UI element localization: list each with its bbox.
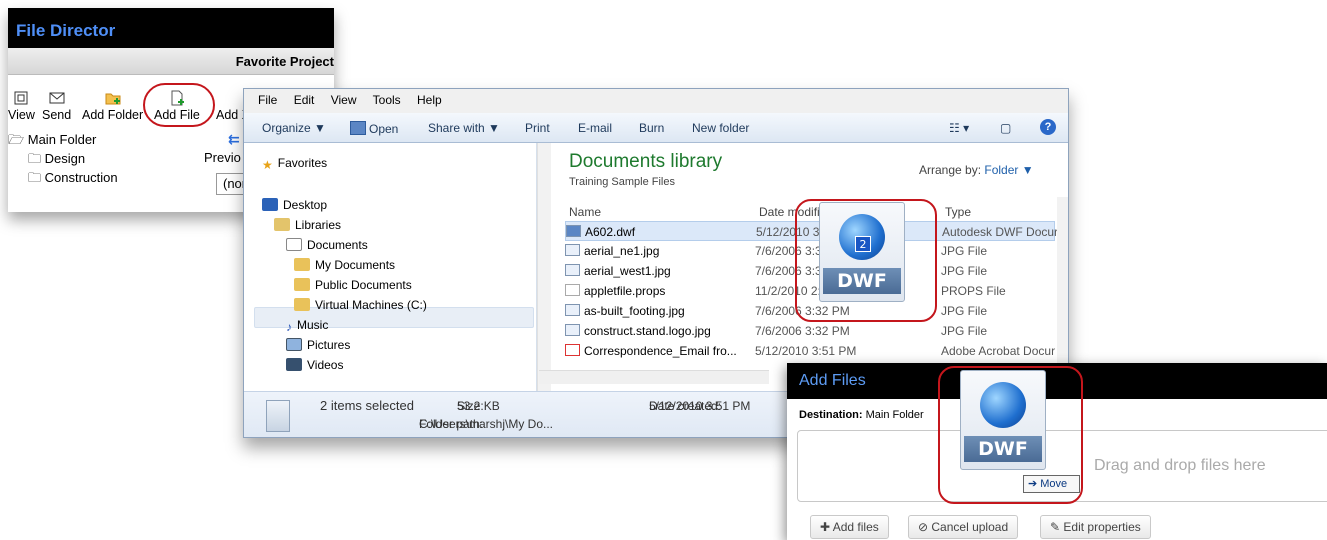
videos-icon	[286, 358, 302, 371]
open-button[interactable]: Open	[350, 121, 398, 136]
add-folder-button[interactable]: Add Folder	[82, 88, 143, 122]
navigation-pane: ★ Favorites Desktop Libraries Documents M…	[244, 143, 537, 391]
pdf-file-icon	[565, 344, 580, 356]
file-list-scrollbar[interactable]	[1057, 197, 1068, 367]
open-folder-icon: 🗁	[8, 132, 25, 147]
highlight-ring	[143, 83, 215, 127]
dwf-file-icon	[350, 121, 366, 135]
edit-properties-button[interactable]: ✎ Edit properties	[1040, 515, 1151, 539]
nav-desktop[interactable]: Desktop	[262, 195, 327, 215]
add-folder-label: Add Folder	[82, 108, 144, 122]
nav-scrollbar[interactable]	[537, 143, 551, 391]
folder-icon: 🗀	[28, 170, 42, 185]
items-selected: 2 items selected	[320, 398, 414, 413]
tree-item-design[interactable]: 🗀 Design	[8, 149, 118, 168]
image-file-icon	[565, 324, 580, 336]
folder-tree: 🗁 Main Folder 🗀 Design 🗀 Construction	[8, 130, 118, 187]
new-folder-button[interactable]: New folder	[692, 121, 749, 135]
document-file-icon	[565, 284, 580, 296]
preview-pane-icon[interactable]: ▢	[1000, 121, 1011, 135]
nav-public-documents[interactable]: Public Documents	[294, 275, 412, 295]
add-icon	[225, 90, 241, 106]
help-icon[interactable]: ?	[1040, 119, 1056, 135]
nav-documents[interactable]: Documents	[286, 235, 368, 255]
dwf-file-icon	[266, 400, 290, 432]
column-type[interactable]: Type	[945, 205, 971, 219]
highlight-ring	[795, 199, 937, 322]
email-button[interactable]: E-mail	[578, 121, 612, 135]
library-title: Documents library	[569, 151, 723, 172]
command-bar: Organize ▼ Open Share with ▼ Print E-mai…	[244, 113, 1068, 143]
image-file-icon	[565, 244, 580, 256]
menu-help[interactable]: Help	[417, 93, 442, 107]
previous-label: Previo	[204, 150, 241, 165]
tree-item-construction[interactable]: 🗀 Construction	[8, 168, 118, 187]
burn-button[interactable]: Burn	[639, 121, 664, 135]
arrange-by-dropdown[interactable]: Folder ▼	[984, 163, 1033, 177]
view-icon	[13, 90, 29, 106]
music-icon: ♪	[286, 320, 292, 334]
image-file-icon	[565, 264, 580, 276]
nav-music[interactable]: ♪ Music	[286, 315, 328, 335]
views-icon[interactable]: ☷ ▾	[949, 121, 969, 135]
send-button[interactable]: Send	[42, 88, 71, 122]
desktop-icon	[262, 198, 278, 211]
view-label: View	[8, 108, 35, 122]
column-name[interactable]: Name	[569, 205, 601, 219]
drop-zone-text: Drag and drop files here	[1094, 457, 1266, 474]
menu-bar: File Edit View Tools Help	[244, 89, 1068, 113]
cancel-upload-button[interactable]: ⊘ Cancel upload	[908, 515, 1019, 539]
print-button[interactable]: Print	[525, 121, 550, 135]
share-with-button[interactable]: Share with ▼	[428, 121, 500, 135]
folder-icon: 🗀	[28, 151, 42, 166]
envelope-icon	[49, 90, 65, 106]
menu-view[interactable]: View	[331, 93, 357, 107]
file-director-title: File Director	[8, 8, 334, 48]
destination: Destination: Main Folder	[799, 409, 924, 421]
library-subtitle: Training Sample Files	[569, 176, 675, 188]
pictures-icon	[286, 338, 302, 351]
add-folder-icon	[105, 90, 121, 106]
folder-icon	[294, 258, 310, 271]
file-row[interactable]: construct.stand.logo.jpg 7/6/2006 3:32 P…	[565, 321, 1055, 341]
folder-icon	[294, 298, 310, 311]
file-row[interactable]: Correspondence_Email fro... 5/12/2010 3:…	[565, 341, 1055, 361]
libraries-icon	[274, 218, 290, 231]
folder-icon	[294, 278, 310, 291]
arrange-by[interactable]: Arrange by: Folder ▼	[919, 163, 1034, 177]
nav-my-documents[interactable]: My Documents	[294, 255, 395, 275]
nav-videos[interactable]: Videos	[286, 355, 343, 375]
menu-edit[interactable]: Edit	[294, 93, 315, 107]
organize-button[interactable]: Organize ▼	[262, 121, 326, 135]
project-title: Favorite Project	[8, 48, 334, 75]
highlight-ring	[938, 366, 1083, 504]
menu-file[interactable]: File	[258, 93, 277, 107]
dwf-file-icon	[566, 225, 581, 237]
image-file-icon	[565, 304, 580, 316]
menu-tools[interactable]: Tools	[373, 93, 401, 107]
tree-item-main-folder[interactable]: 🗁 Main Folder	[8, 130, 118, 149]
nav-pictures[interactable]: Pictures	[286, 335, 350, 355]
nav-libraries[interactable]: Libraries	[274, 215, 341, 235]
add-files-button[interactable]: ✚ Add files	[810, 515, 889, 539]
documents-icon	[286, 238, 302, 251]
back-arrows-icon[interactable]: ⇇	[228, 132, 240, 148]
view-button[interactable]: View	[8, 88, 35, 122]
star-icon: ★	[262, 158, 273, 172]
send-label: Send	[42, 108, 72, 122]
nav-favorites[interactable]: ★ Favorites	[262, 153, 327, 173]
horizontal-scrollbar[interactable]	[539, 370, 769, 384]
nav-virtual-machines[interactable]: Virtual Machines (C:)	[294, 295, 427, 315]
